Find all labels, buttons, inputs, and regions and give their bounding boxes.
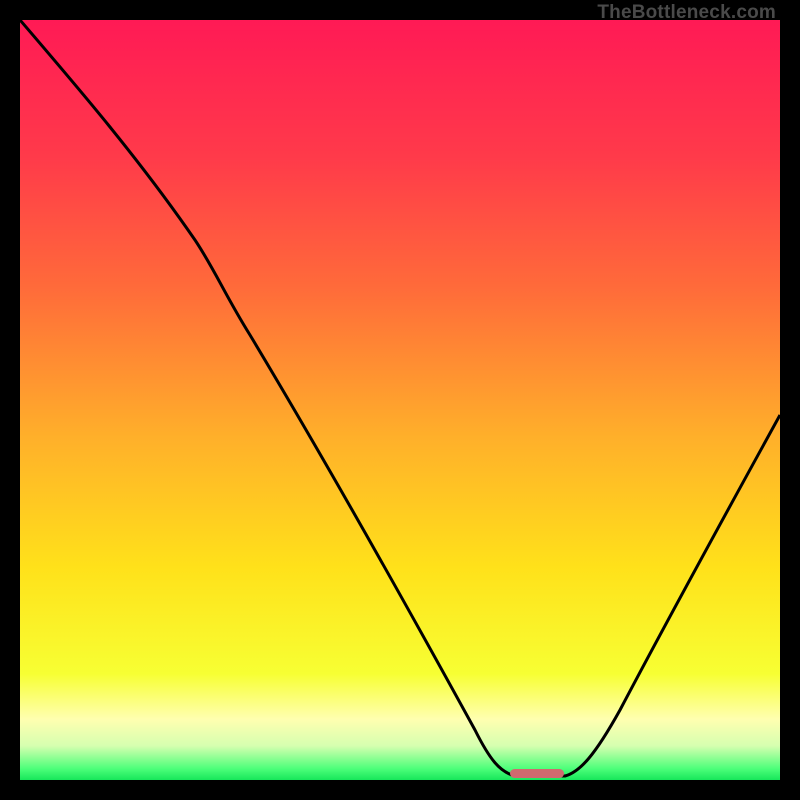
watermark-text: TheBottleneck.com xyxy=(597,2,776,24)
plot-area xyxy=(20,20,780,780)
chart-frame: TheBottleneck.com xyxy=(0,0,800,800)
background-gradient xyxy=(20,20,780,780)
optimal-range-marker xyxy=(510,769,564,778)
